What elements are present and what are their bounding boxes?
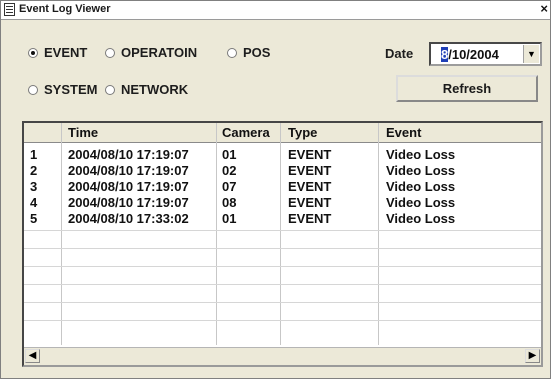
cell-type: EVENT: [288, 147, 332, 162]
row-divider: [24, 248, 541, 249]
radio-label-pos: POS: [243, 45, 271, 60]
cell-type: EVENT: [288, 211, 332, 226]
radio-dot: [28, 84, 38, 95]
date-label: Date: [385, 46, 414, 61]
column-header-event: Event: [386, 125, 422, 140]
radio-label-event: EVENT: [44, 45, 88, 60]
radio-dot: [105, 84, 115, 95]
radio-operatoin[interactable]: OPERATOIN: [105, 45, 197, 60]
row-divider: [24, 320, 541, 321]
chevron-down-icon[interactable]: ▼: [523, 45, 539, 63]
radio-label-network: NETWORK: [121, 82, 189, 97]
cell-time: 2004/08/10 17:19:07: [68, 179, 189, 194]
cell-index: 1: [30, 147, 38, 162]
radio-dot: [105, 47, 115, 58]
column-header-time: Time: [68, 125, 99, 140]
cell-time: 2004/08/10 17:19:07: [68, 163, 189, 178]
cell-type: EVENT: [288, 179, 332, 194]
date-value[interactable]: 8/10/2004: [441, 47, 499, 62]
arrow-right-icon[interactable]: ▶: [525, 349, 540, 363]
row-divider: [24, 302, 541, 303]
column-divider: [378, 123, 379, 345]
radio-pos[interactable]: POS: [227, 45, 270, 60]
table-header: Time Camera Type Event: [24, 123, 541, 143]
radio-event[interactable]: EVENT: [28, 45, 87, 60]
event-table[interactable]: Time Camera Type Event 1 2004/08/10 17:1…: [22, 121, 543, 367]
radio-network[interactable]: NETWORK: [105, 82, 188, 97]
close-button[interactable]: ×: [540, 2, 548, 16]
cell-event: Video Loss: [386, 163, 456, 178]
column-divider: [280, 123, 281, 345]
date-rest: /10/2004: [448, 47, 499, 62]
row-divider: [24, 230, 541, 231]
column-divider: [61, 123, 62, 345]
cell-camera: 08: [222, 195, 237, 210]
row-divider: [24, 266, 541, 267]
cell-event: Video Loss: [386, 179, 456, 194]
horizontal-scrollbar[interactable]: ◀ ▶: [24, 347, 541, 365]
cell-camera: 01: [222, 147, 237, 162]
cell-index: 3: [30, 179, 38, 194]
date-picker[interactable]: 8/10/2004 ▼: [429, 42, 542, 66]
cell-index: 5: [30, 211, 38, 226]
title-bar: Event Log Viewer ×: [1, 1, 550, 20]
radio-system[interactable]: SYSTEM: [28, 82, 97, 97]
column-header-camera: Camera: [222, 125, 270, 140]
radio-dot: [227, 47, 237, 58]
cell-type: EVENT: [288, 163, 332, 178]
radio-label-system: SYSTEM: [44, 82, 98, 97]
cell-time: 2004/08/10 17:33:02: [68, 211, 189, 226]
refresh-button[interactable]: Refresh: [396, 75, 538, 102]
radio-dot: [28, 47, 38, 58]
radio-label-operatoin: OPERATOIN: [121, 45, 198, 60]
cell-event: Video Loss: [386, 195, 456, 210]
cell-event: Video Loss: [386, 211, 456, 226]
arrow-left-icon[interactable]: ◀: [25, 349, 40, 363]
window-title: Event Log Viewer: [19, 3, 111, 15]
cell-event: Video Loss: [386, 147, 456, 162]
column-header-type: Type: [288, 125, 318, 140]
cell-type: EVENT: [288, 195, 332, 210]
cell-camera: 07: [222, 179, 237, 194]
cell-camera: 01: [222, 211, 237, 226]
cell-camera: 02: [222, 163, 237, 178]
cell-index: 2: [30, 163, 38, 178]
cell-time: 2004/08/10 17:19:07: [68, 195, 189, 210]
cell-time: 2004/08/10 17:19:07: [68, 147, 189, 162]
column-divider: [216, 123, 217, 345]
event-log-window: Event Log Viewer × EVENT OPERATOIN POS S…: [0, 0, 551, 379]
row-divider: [24, 284, 541, 285]
cell-index: 4: [30, 195, 38, 210]
log-icon: [4, 3, 15, 16]
